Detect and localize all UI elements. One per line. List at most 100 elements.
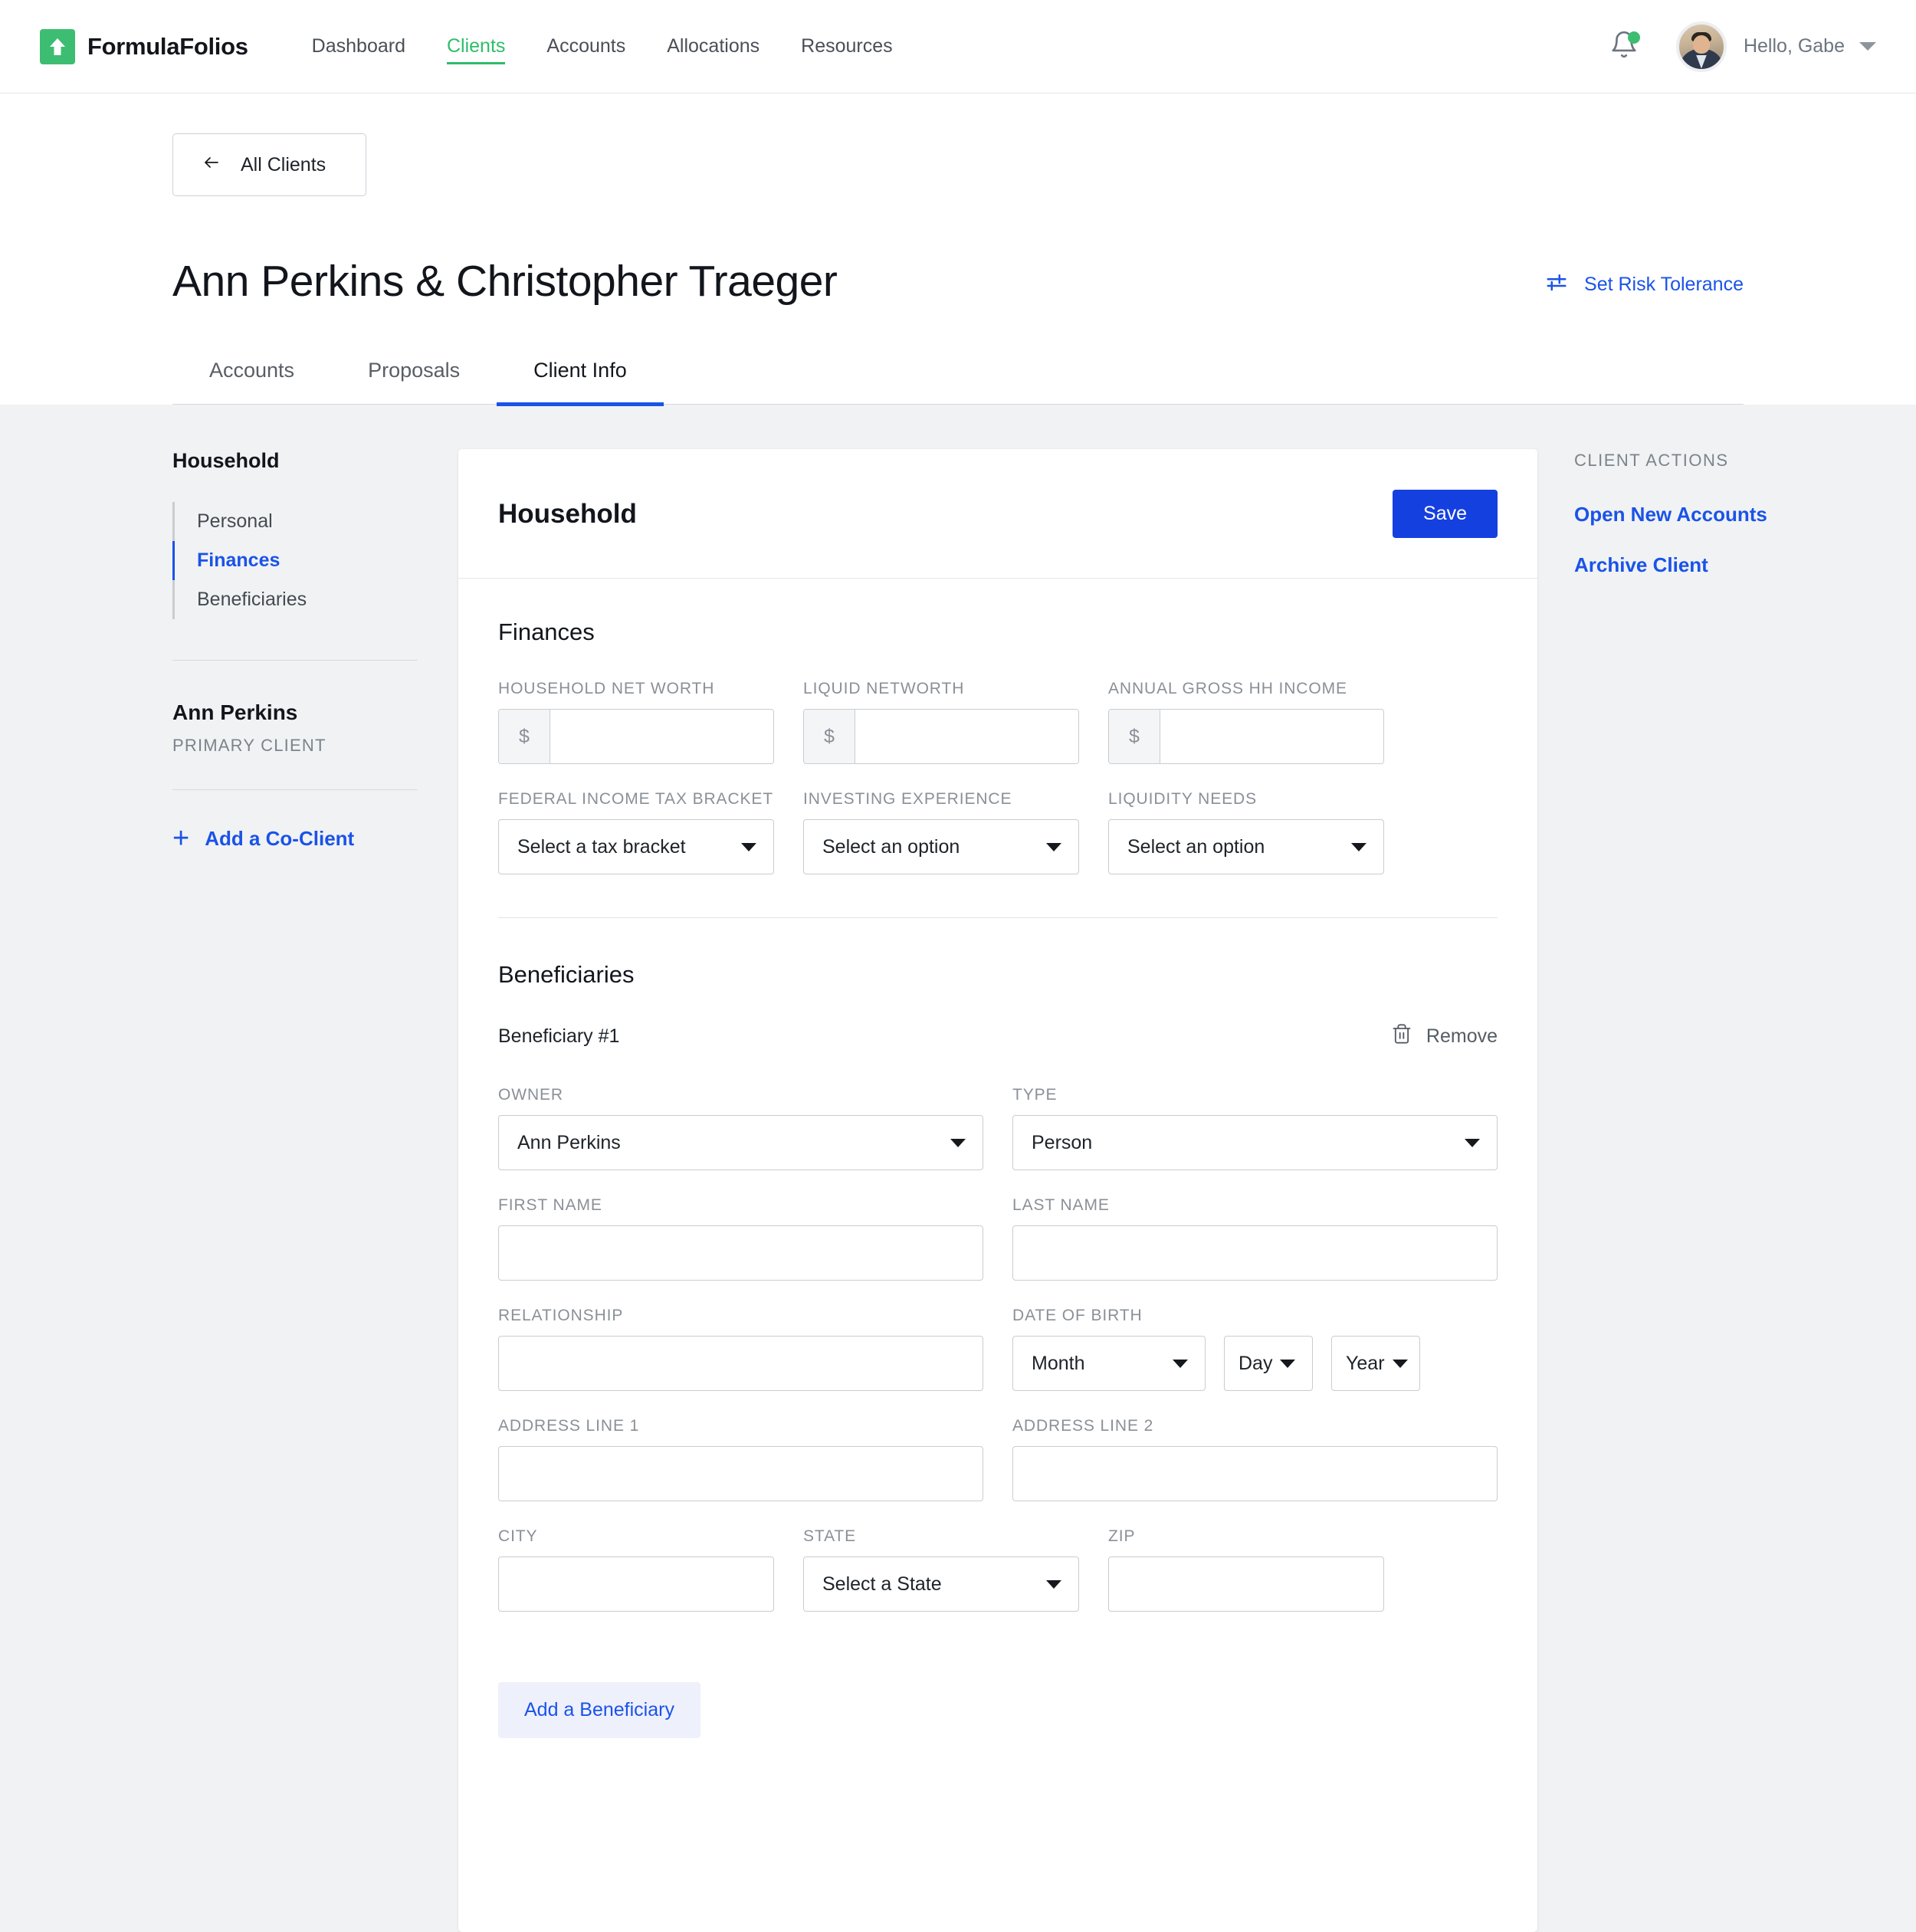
sidebar-item-personal[interactable]: Personal <box>172 502 418 541</box>
beneficiary-number-label: Beneficiary #1 <box>498 1025 620 1047</box>
chevron-down-icon <box>1046 1579 1061 1589</box>
tab-proposals[interactable]: Proposals <box>331 359 497 404</box>
household-net-worth-input-group[interactable]: $ <box>498 709 774 764</box>
label-state: STATE <box>803 1527 857 1545</box>
label-address-line-1: ADDRESS LINE 1 <box>498 1417 640 1435</box>
last-name-input[interactable] <box>1012 1225 1498 1281</box>
all-clients-back-button[interactable]: All Clients <box>172 133 366 196</box>
type-value: Person <box>1032 1131 1093 1153</box>
field-first-name: FIRST NAME <box>498 1196 983 1281</box>
investing-experience-select[interactable]: Select an option <box>803 819 1079 874</box>
tune-sliders-icon <box>1545 271 1568 299</box>
nav-item-accounts[interactable]: Accounts <box>526 0 646 93</box>
dollar-sign-icon: $ <box>1109 710 1160 763</box>
chevron-down-icon <box>1465 1138 1480 1147</box>
sidebar-item-beneficiaries[interactable]: Beneficiaries <box>172 580 418 619</box>
trash-icon <box>1391 1022 1412 1051</box>
add-beneficiary-button[interactable]: Add a Beneficiary <box>498 1682 700 1738</box>
tab-client-info[interactable]: Client Info <box>497 359 664 406</box>
annual-gross-hh-income-input[interactable] <box>1160 710 1383 763</box>
label-relationship: RELATIONSHIP <box>498 1307 624 1324</box>
relationship-input[interactable] <box>498 1336 983 1391</box>
chevron-down-icon <box>1392 1359 1408 1368</box>
page-title-row: Ann Perkins & Christopher Traeger Set Ri… <box>172 256 1744 307</box>
field-date-of-birth: DATE OF BIRTH Month Day Year <box>1012 1307 1498 1391</box>
liquidity-needs-select[interactable]: Select an option <box>1108 819 1384 874</box>
zip-input[interactable] <box>1108 1556 1384 1612</box>
finances-heading: Finances <box>498 618 595 645</box>
household-card: Household Save Finances HOUSEHOLD NET WO… <box>458 449 1537 1932</box>
chevron-down-icon <box>1280 1359 1296 1368</box>
archive-client-link[interactable]: Archive Client <box>1574 553 1842 577</box>
brand-logo[interactable]: FormulaFolios <box>40 28 248 64</box>
open-new-accounts-link[interactable]: Open New Accounts <box>1574 503 1842 526</box>
state-select[interactable]: Select a State <box>803 1556 1079 1612</box>
field-investing-experience: INVESTING EXPERIENCE Select an option <box>803 790 1079 874</box>
client-actions-title: CLIENT ACTIONS <box>1574 451 1729 470</box>
dob-day-select[interactable]: Day <box>1224 1336 1313 1391</box>
owner-select[interactable]: Ann Perkins <box>498 1115 983 1170</box>
first-name-input[interactable] <box>498 1225 983 1281</box>
nav-right-cluster: Hello, Gabe <box>1607 21 1876 72</box>
field-liquid-networth: LIQUID NETWORTH $ <box>803 680 1079 764</box>
nav-item-resources[interactable]: Resources <box>780 0 914 93</box>
finances-select-row: FEDERAL INCOME TAX BRACKET Select a tax … <box>498 790 1498 874</box>
primary-nav: Dashboard Clients Accounts Allocations R… <box>291 0 914 93</box>
client-tabs: Accounts Proposals Client Info <box>172 359 1744 406</box>
label-city: CITY <box>498 1527 538 1545</box>
city-input[interactable] <box>498 1556 774 1612</box>
dob-year-select[interactable]: Year <box>1331 1336 1420 1391</box>
card-body: Finances HOUSEHOLD NET WORTH $ LIQUID NE… <box>458 579 1537 1738</box>
chevron-down-icon <box>950 1138 966 1147</box>
field-address-line-2: ADDRESS LINE 2 <box>1012 1417 1498 1501</box>
dob-month-select[interactable]: Month <box>1012 1336 1206 1391</box>
label-type: TYPE <box>1012 1086 1058 1104</box>
address-line-1-input[interactable] <box>498 1446 983 1501</box>
remove-beneficiary-button[interactable]: Remove <box>1391 1022 1498 1051</box>
address-line-2-input[interactable] <box>1012 1446 1498 1501</box>
label-annual-gross-hh-income: ANNUAL GROSS HH INCOME <box>1108 680 1347 697</box>
label-liquid-networth: LIQUID NETWORTH <box>803 680 965 697</box>
beneficiary-name-row: FIRST NAME LAST NAME <box>498 1196 1498 1281</box>
set-risk-tolerance-link[interactable]: Set Risk Tolerance <box>1545 264 1744 299</box>
annual-gross-hh-income-input-group[interactable]: $ <box>1108 709 1384 764</box>
set-risk-tolerance-label: Set Risk Tolerance <box>1584 273 1744 295</box>
nav-item-dashboard[interactable]: Dashboard <box>291 0 426 93</box>
dob-day-value: Day <box>1239 1352 1273 1374</box>
user-greeting[interactable]: Hello, Gabe <box>1744 35 1845 57</box>
dob-year-value: Year <box>1346 1352 1385 1374</box>
main-panel: Household Save Finances HOUSEHOLD NET WO… <box>418 449 1574 1932</box>
liquid-networth-input-group[interactable]: $ <box>803 709 1079 764</box>
label-liquidity-needs: LIQUIDITY NEEDS <box>1108 790 1257 808</box>
card-title: Household <box>498 498 637 529</box>
liquid-networth-input[interactable] <box>855 710 1078 763</box>
beneficiary-city-state-zip-row: CITY STATE Select a State ZIP <box>498 1527 1498 1612</box>
brand-name: FormulaFolios <box>87 32 248 60</box>
field-city: CITY <box>498 1527 774 1612</box>
nav-item-clients[interactable]: Clients <box>426 0 526 93</box>
federal-income-tax-bracket-select[interactable]: Select a tax bracket <box>498 819 774 874</box>
field-annual-gross-hh-income: ANNUAL GROSS HH INCOME $ <box>1108 680 1384 764</box>
type-select[interactable]: Person <box>1012 1115 1498 1170</box>
chevron-down-icon <box>1046 842 1061 851</box>
save-button[interactable]: Save <box>1393 490 1498 538</box>
sidebar-item-finances[interactable]: Finances <box>172 541 418 580</box>
field-type: TYPE Person <box>1012 1086 1498 1170</box>
avatar[interactable] <box>1675 21 1727 72</box>
add-co-client-button[interactable]: + Add a Co-Client <box>172 824 418 853</box>
investing-experience-value: Select an option <box>822 835 960 858</box>
beneficiaries-heading: Beneficiaries <box>498 961 635 988</box>
chevron-down-icon <box>1351 842 1366 851</box>
liquidity-needs-value: Select an option <box>1127 835 1265 858</box>
field-zip: ZIP <box>1108 1527 1384 1612</box>
dollar-sign-icon: $ <box>804 710 855 763</box>
field-address-line-1: ADDRESS LINE 1 <box>498 1417 983 1501</box>
chevron-down-icon[interactable] <box>1859 42 1876 51</box>
nav-item-allocations[interactable]: Allocations <box>646 0 780 93</box>
sidebar-heading: Household <box>172 449 280 472</box>
owner-value: Ann Perkins <box>517 1131 621 1153</box>
tab-accounts[interactable]: Accounts <box>172 359 331 404</box>
notifications-button[interactable] <box>1607 30 1641 64</box>
field-state: STATE Select a State <box>803 1527 1079 1612</box>
household-net-worth-input[interactable] <box>550 710 773 763</box>
